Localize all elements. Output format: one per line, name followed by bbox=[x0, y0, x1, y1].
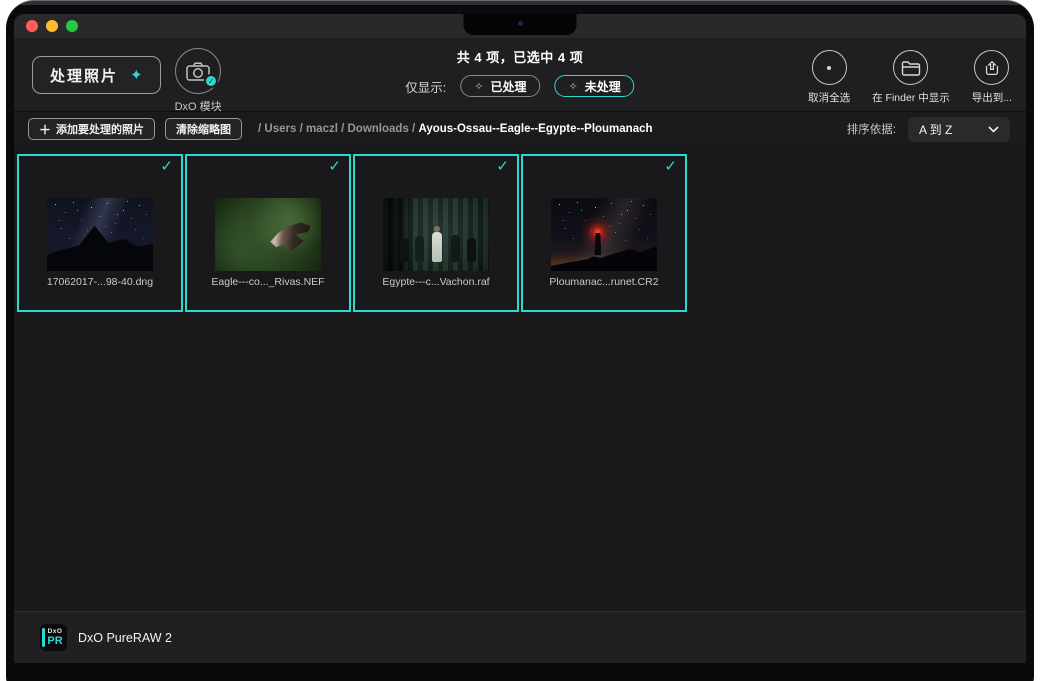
dxo-modules-label: DxO 模块 bbox=[175, 98, 222, 114]
clear-thumbnails-button[interactable]: 清除缩略图 bbox=[165, 118, 242, 140]
breadcrumb-current-folder: Ayous-Ossau--Eagle--Egypte--Ploumanach bbox=[418, 123, 652, 135]
selection-summary: 共 4 项，已选中 4 项 bbox=[405, 47, 634, 66]
plus-icon: ＋ bbox=[39, 121, 51, 138]
window-titlebar bbox=[14, 14, 1026, 38]
photo-filename: Egypte---c...Vachon.raf bbox=[355, 276, 517, 288]
add-photos-button[interactable]: ＋ 添加要处理的照片 bbox=[28, 118, 155, 140]
filter-processed-button[interactable]: ✧ 已处理 bbox=[460, 75, 540, 97]
filter-unprocessed-button[interactable]: ✧ 未处理 bbox=[554, 75, 634, 97]
camera-dot-icon bbox=[518, 21, 523, 26]
module-status-badge-icon: ✓ bbox=[204, 74, 218, 88]
selected-check-icon[interactable]: ✓ bbox=[160, 157, 173, 175]
close-window-button[interactable] bbox=[26, 20, 38, 32]
header-left-group: 处理照片 ✦ ✓ DxO 模块 bbox=[14, 38, 222, 114]
photo-card[interactable]: ✓ Egypte---c...Vachon.raf bbox=[353, 154, 519, 312]
breadcrumb: / Users / maczl / Downloads / Ayous-Ossa… bbox=[258, 123, 653, 135]
app-footer: DxO PR DxO PureRAW 2 bbox=[14, 611, 1026, 663]
sort-by-label: 排序依据: bbox=[847, 121, 896, 137]
photo-card[interactable]: ✓ Eagle---co..._Rivas.NEF bbox=[185, 154, 351, 312]
selected-check-icon[interactable]: ✓ bbox=[664, 157, 677, 175]
breadcrumb-path[interactable]: / Users / maczl / Downloads / bbox=[258, 123, 415, 135]
show-in-finder-label: 在 Finder 中显示 bbox=[872, 90, 950, 105]
page-background: 处理照片 ✦ ✓ DxO 模块 bbox=[0, 0, 1040, 681]
photo-card[interactable]: ✓ Ploumanac...runet.CR2 bbox=[521, 154, 687, 312]
logo-pr-text: PR bbox=[47, 635, 62, 647]
zoom-window-button[interactable] bbox=[66, 20, 78, 32]
export-label: 导出到... bbox=[972, 90, 1012, 105]
photo-card[interactable]: ✓ 17062017-...98-40.dng bbox=[17, 154, 183, 312]
sort-dropdown-value: A 到 Z bbox=[919, 121, 952, 138]
dxo-modules: ✓ DxO 模块 bbox=[175, 48, 222, 114]
clear-thumbnails-label: 清除缩略图 bbox=[176, 121, 231, 137]
header-actions: 取消全选 在 Finder 中显示 bbox=[808, 38, 1026, 105]
folder-icon bbox=[901, 60, 921, 76]
sort-dropdown[interactable]: A 到 Z bbox=[908, 117, 1010, 142]
photo-filename: 17062017-...98-40.dng bbox=[19, 276, 181, 288]
sparkle-outline-icon: ✧ bbox=[568, 80, 577, 93]
app-logo: DxO PR bbox=[40, 624, 67, 651]
filter-unprocessed-label: 未处理 bbox=[585, 78, 621, 95]
process-photos-label: 处理照片 bbox=[50, 65, 118, 86]
app-window: 处理照片 ✦ ✓ DxO 模块 bbox=[14, 14, 1026, 663]
deselect-all-action: 取消全选 bbox=[808, 50, 850, 105]
selected-check-icon[interactable]: ✓ bbox=[328, 157, 341, 175]
toolbar: ＋ 添加要处理的照片 清除缩略图 / Users / maczl / Downl… bbox=[14, 112, 1026, 146]
photo-grid: ✓ 17062017-...98-40.dng ✓ Eagle---co..._… bbox=[14, 146, 1026, 312]
photo-thumbnail[interactable] bbox=[47, 198, 153, 271]
deselect-all-button[interactable] bbox=[812, 50, 847, 85]
dxo-modules-button[interactable]: ✓ bbox=[175, 48, 221, 94]
photo-filename: Eagle---co..._Rivas.NEF bbox=[187, 276, 349, 288]
app-header: 处理照片 ✦ ✓ DxO 模块 bbox=[14, 38, 1026, 112]
sparkle-outline-icon: ✧ bbox=[474, 80, 483, 93]
sparkle-icon: ✦ bbox=[130, 66, 143, 84]
filter-row: 仅显示: ✧ 已处理 ✧ 未处理 bbox=[405, 75, 634, 97]
logo-dxo-text: DxO bbox=[48, 628, 63, 635]
lighthouse-silhouette bbox=[594, 233, 601, 255]
filter-label: 仅显示: bbox=[405, 77, 446, 96]
filter-processed-label: 已处理 bbox=[490, 78, 526, 95]
process-photos-button[interactable]: 处理照片 ✦ bbox=[32, 56, 161, 94]
add-photos-label: 添加要处理的照片 bbox=[56, 121, 144, 137]
minimize-window-button[interactable] bbox=[46, 20, 58, 32]
camera-notch bbox=[464, 14, 577, 35]
photo-thumbnail[interactable] bbox=[551, 198, 657, 271]
dot-icon bbox=[827, 66, 831, 70]
show-in-finder-button[interactable] bbox=[893, 50, 928, 85]
selected-check-icon[interactable]: ✓ bbox=[496, 157, 509, 175]
export-button[interactable] bbox=[974, 50, 1009, 85]
photo-browser: ✓ 17062017-...98-40.dng ✓ Eagle---co..._… bbox=[14, 146, 1026, 611]
export-action: 导出到... bbox=[972, 50, 1012, 105]
photo-thumbnail[interactable] bbox=[383, 198, 489, 271]
export-icon bbox=[982, 58, 1002, 78]
app-name: DxO PureRAW 2 bbox=[78, 631, 172, 645]
deselect-all-label: 取消全选 bbox=[808, 90, 850, 105]
photo-thumbnail[interactable] bbox=[215, 198, 321, 271]
photo-filename: Ploumanac...runet.CR2 bbox=[523, 276, 685, 288]
chevron-down-icon bbox=[988, 126, 999, 133]
show-in-finder-action: 在 Finder 中显示 bbox=[872, 50, 950, 105]
laptop-bezel: 处理照片 ✦ ✓ DxO 模块 bbox=[6, 0, 1034, 681]
header-center-group: 共 4 项，已选中 4 项 仅显示: ✧ 已处理 ✧ 未处理 bbox=[405, 38, 634, 97]
traffic-lights bbox=[26, 20, 78, 32]
